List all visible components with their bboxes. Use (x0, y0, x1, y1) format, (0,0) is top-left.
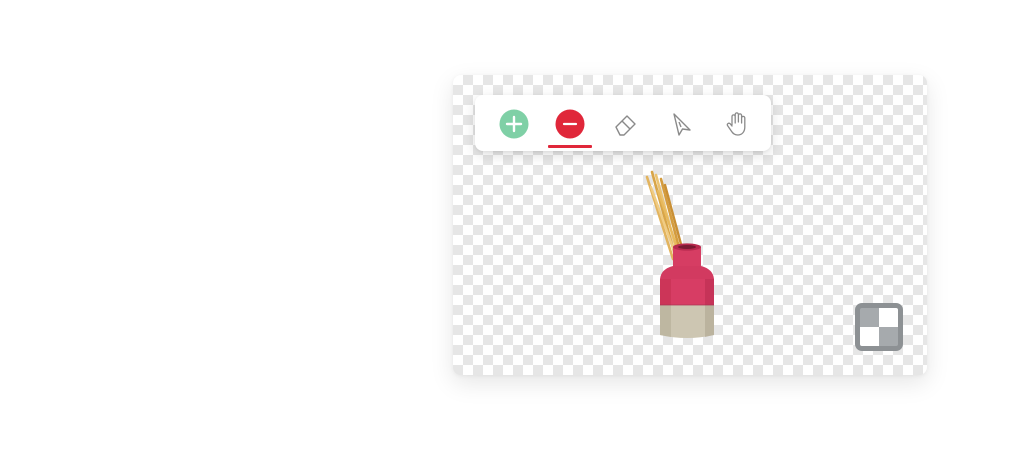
background-toggle-button[interactable] (855, 303, 903, 351)
eraser-tool-button[interactable] (604, 105, 648, 143)
stage (0, 0, 1035, 450)
pan-tool-button[interactable] (716, 105, 760, 143)
reed-diffuser-image (639, 167, 739, 347)
checkerboard-icon (860, 308, 898, 346)
select-tool-button[interactable] (660, 105, 704, 143)
remove-tool-button[interactable] (548, 105, 592, 148)
plus-circle-icon (499, 109, 529, 139)
hand-icon (726, 112, 746, 136)
add-tool-button[interactable] (492, 105, 536, 143)
edit-toolbar (475, 95, 771, 151)
minus-circle-icon (555, 109, 585, 139)
cursor-arrow-icon (673, 113, 691, 136)
image-canvas[interactable] (453, 75, 927, 375)
eraser-icon (615, 115, 636, 136)
